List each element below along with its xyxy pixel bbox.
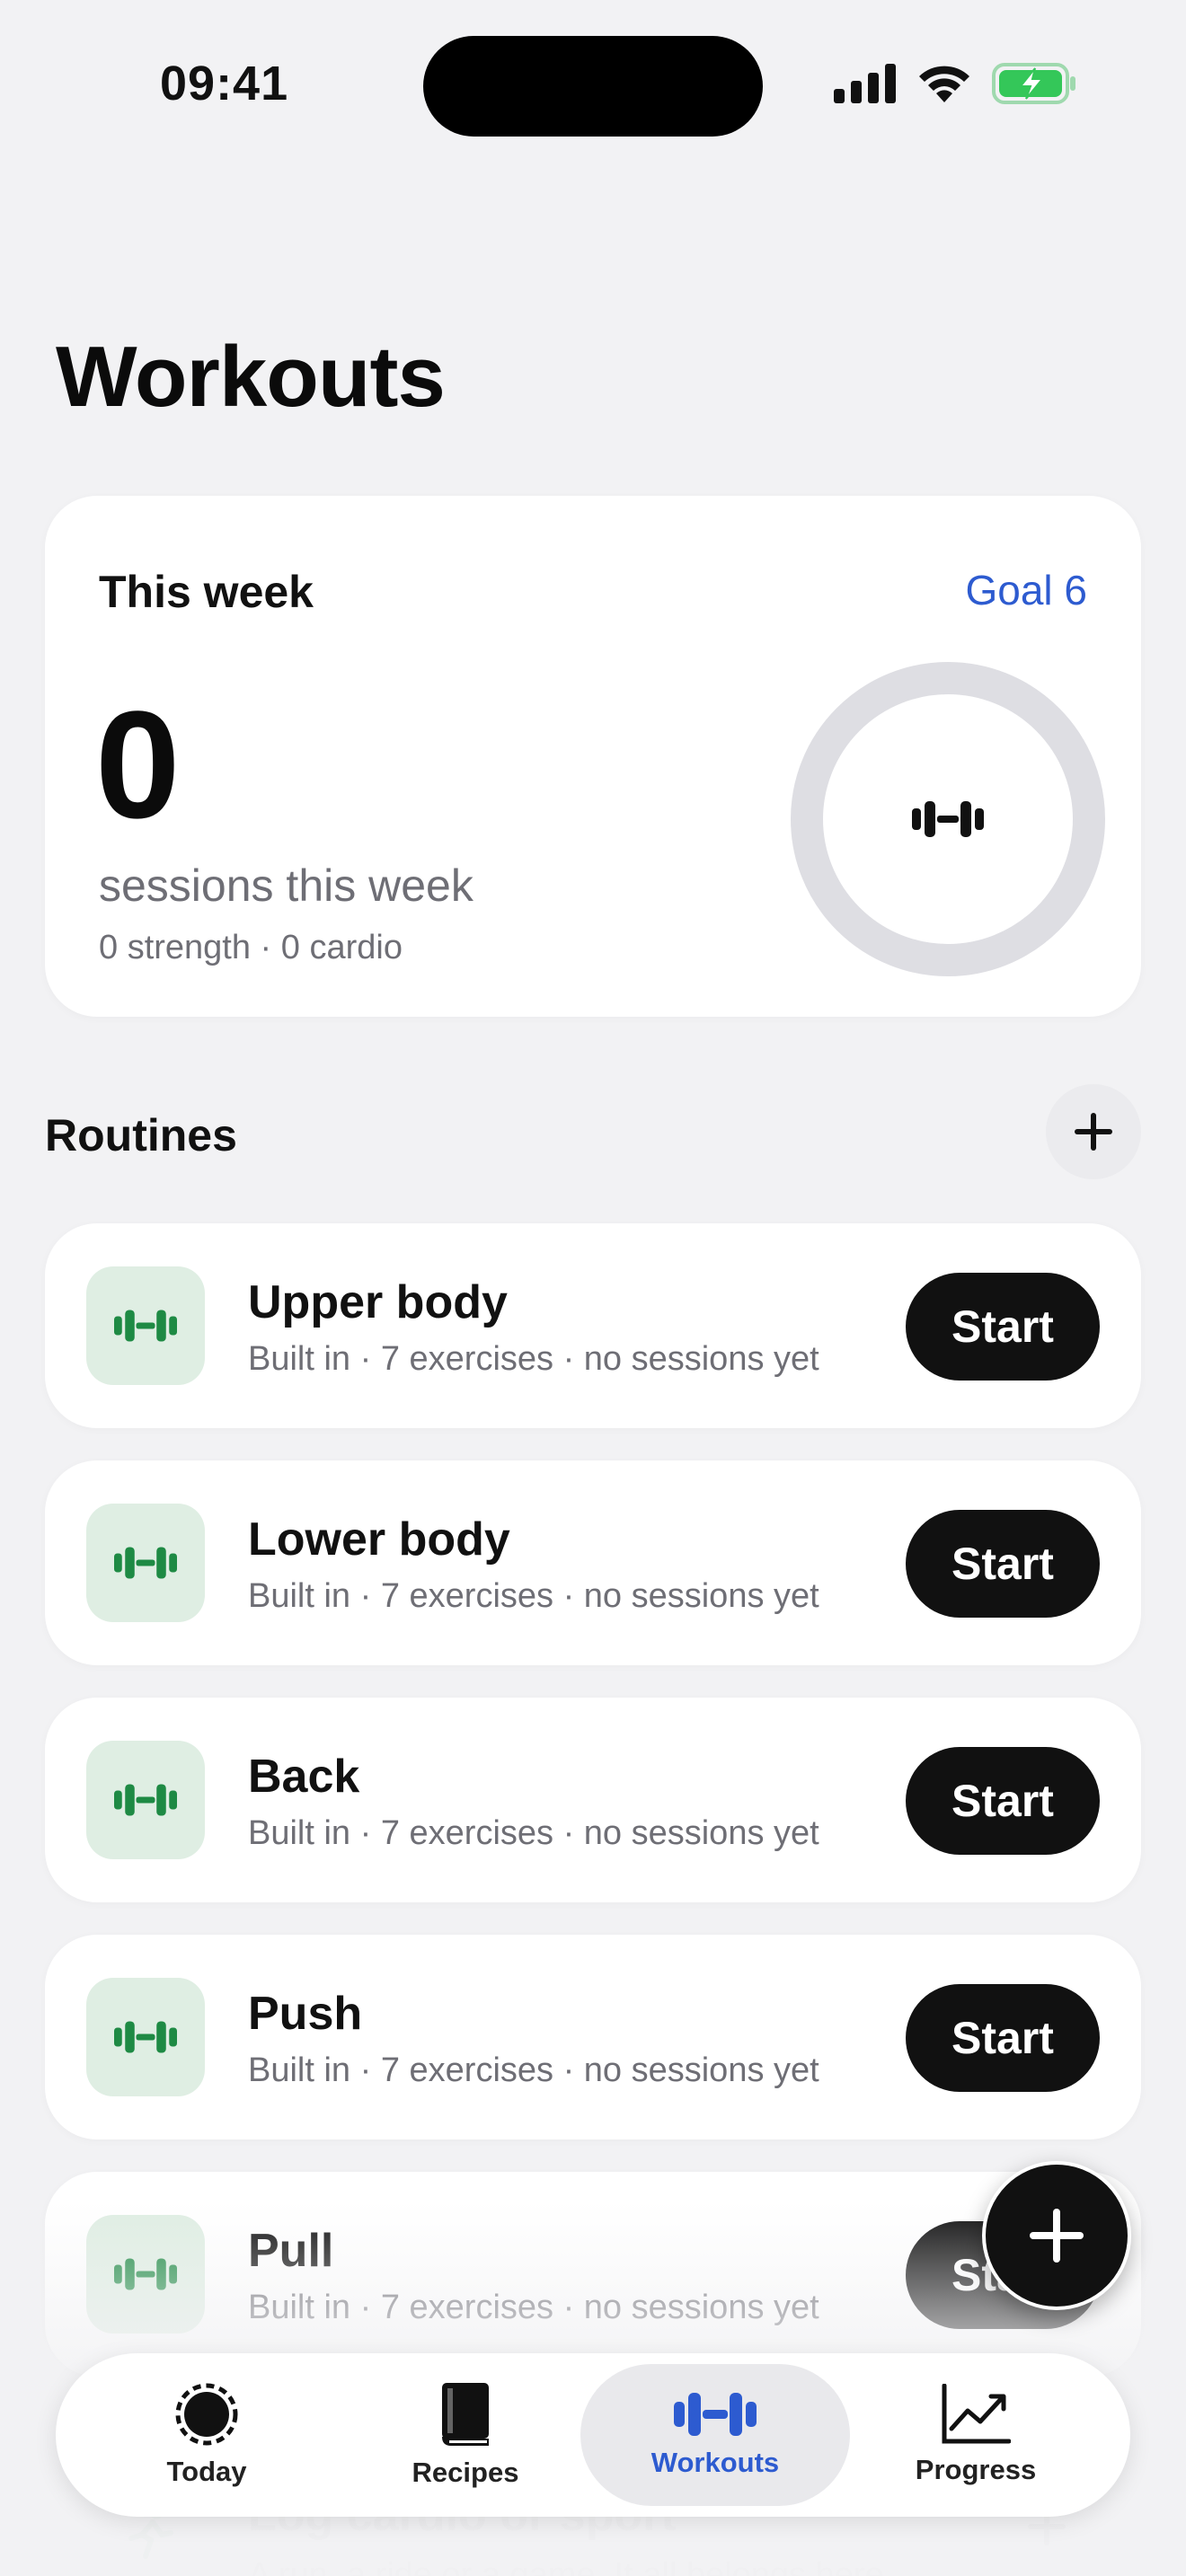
plus-icon xyxy=(1030,2209,1084,2263)
routine-row[interactable]: Back Built in · 7 exercises · no session… xyxy=(45,1698,1141,1902)
routine-icon xyxy=(86,1741,205,1859)
add-routine-button[interactable] xyxy=(1046,1084,1141,1179)
cellular-signal-icon xyxy=(834,64,896,103)
routine-meta: Built in · 7 exercises · no sessions yet xyxy=(248,2289,819,2326)
start-routine-button[interactable]: Start xyxy=(906,1273,1100,1381)
status-bar: 09:41 xyxy=(0,0,1186,171)
tab-today[interactable]: Today xyxy=(72,2364,341,2506)
routine-meta: Built in · 7 exercises · no sessions yet xyxy=(248,1340,819,1378)
page-title: Workouts xyxy=(56,329,446,425)
routine-name: Back xyxy=(248,1751,360,1803)
routine-name: Lower body xyxy=(248,1513,510,1566)
session-breakdown: 0 strength · 0 cardio xyxy=(99,929,403,966)
status-icons xyxy=(834,63,1078,104)
routine-name: Push xyxy=(248,1988,363,2040)
session-count: 0 xyxy=(95,680,181,851)
add-workout-fab[interactable] xyxy=(982,2161,1131,2310)
week-label: This week xyxy=(99,567,314,617)
start-routine-button[interactable]: Start xyxy=(906,1984,1100,2092)
routine-row[interactable]: Upper body Built in · 7 exercises · no s… xyxy=(45,1223,1141,1428)
session-count-label: sessions this week xyxy=(99,860,474,911)
tab-label: Recipes xyxy=(412,2457,519,2488)
dumbbell-icon xyxy=(114,2021,177,2053)
goal-link[interactable]: Goal 6 xyxy=(965,566,1087,614)
start-routine-button[interactable]: Start xyxy=(906,1510,1100,1618)
tab-progress[interactable]: Progress xyxy=(841,2364,1111,2506)
book-icon xyxy=(442,2383,489,2446)
weekly-summary-card: This week Goal 6 0 sessions this week 0 … xyxy=(45,496,1141,1017)
routine-icon xyxy=(86,1504,205,1622)
dumbbell-icon xyxy=(114,2258,177,2290)
today-ring-icon xyxy=(175,2383,238,2446)
dumbbell-icon xyxy=(912,801,984,837)
routine-icon xyxy=(86,1266,205,1385)
log-cardio-subtitle: A run, a ride or a game. It all belongs … xyxy=(248,2556,894,2576)
status-time: 09:41 xyxy=(160,57,289,110)
routines-title: Routines xyxy=(45,1110,237,1160)
routine-meta: Built in · 7 exercises · no sessions yet xyxy=(248,1577,819,1615)
routine-meta: Built in · 7 exercises · no sessions yet xyxy=(248,1814,819,1852)
dynamic-island xyxy=(423,36,763,137)
tab-label: Today xyxy=(166,2456,247,2487)
goal-progress-ring xyxy=(791,662,1105,976)
trend-chart-icon xyxy=(942,2384,1011,2444)
routine-name: Pull xyxy=(248,2225,334,2277)
plus-icon xyxy=(1075,1113,1112,1151)
tab-label: Progress xyxy=(915,2454,1037,2485)
routine-icon xyxy=(86,2215,205,2333)
routine-icon xyxy=(86,1978,205,2096)
tab-recipes[interactable]: Recipes xyxy=(331,2364,600,2506)
tab-workouts[interactable]: Workouts xyxy=(580,2364,850,2506)
wifi-icon xyxy=(919,66,969,102)
routine-row[interactable]: Push Built in · 7 exercises · no session… xyxy=(45,1935,1141,2139)
tab-label: Workouts xyxy=(651,2447,780,2478)
dumbbell-icon xyxy=(114,1784,177,1816)
routine-name: Upper body xyxy=(248,1276,508,1328)
tab-bar: Today Recipes Workouts Progress xyxy=(56,2353,1130,2517)
start-routine-button[interactable]: Start xyxy=(906,1747,1100,1855)
dumbbell-icon xyxy=(114,1547,177,1579)
routine-row[interactable]: Pull Built in · 7 exercises · no session… xyxy=(45,2172,1141,2377)
routine-row[interactable]: Lower body Built in · 7 exercises · no s… xyxy=(45,1460,1141,1665)
battery-charging-icon xyxy=(992,63,1075,104)
dumbbell-icon xyxy=(114,1310,177,1342)
dumbbell-icon xyxy=(674,2393,757,2436)
routine-meta: Built in · 7 exercises · no sessions yet xyxy=(248,2051,819,2089)
